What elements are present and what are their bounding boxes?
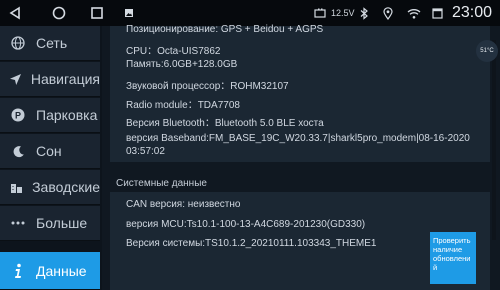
sidebar-item-network[interactable]: Сеть bbox=[0, 26, 100, 61]
navigation-arrow-icon bbox=[0, 73, 31, 86]
wifi-icon bbox=[406, 0, 422, 26]
check-update-button[interactable]: Проверить наличие обновлений bbox=[430, 232, 476, 284]
svg-text:P: P bbox=[15, 111, 21, 121]
recents-icon[interactable] bbox=[86, 0, 108, 26]
cpu-text: CPU：Octa-UIS7862 bbox=[126, 46, 221, 57]
sidebar: Сеть Навигация P Парковка Сон Заводские … bbox=[0, 26, 102, 290]
sidebar-item-label: Сон bbox=[36, 143, 62, 159]
baseband-version-text: версия Baseband:FM_BASE_19C_W20.33.7|sha… bbox=[126, 133, 470, 144]
parking-icon: P bbox=[0, 108, 36, 122]
sidebar-item-label: Сеть bbox=[36, 35, 68, 51]
device-info-panel: Позиционирование: GPS + Beidou + AGPS CP… bbox=[110, 24, 490, 162]
window-icon[interactable] bbox=[430, 0, 444, 26]
sidebar-item-more[interactable]: Больше bbox=[0, 206, 100, 241]
location-icon bbox=[382, 0, 394, 26]
radio-module-text: Radio module：TDA7708 bbox=[126, 100, 240, 111]
battery-icon bbox=[312, 0, 328, 26]
home-icon[interactable] bbox=[46, 0, 72, 26]
image-icon bbox=[122, 0, 136, 26]
sidebar-item-factory[interactable]: Заводские bbox=[0, 170, 100, 205]
baseband-version-time: 03:57:02 bbox=[126, 146, 165, 157]
more-dots-icon bbox=[0, 220, 36, 226]
sidebar-item-data[interactable]: Данные bbox=[0, 252, 100, 290]
sidebar-item-label: Навигация bbox=[30, 71, 100, 87]
sidebar-item-sleep[interactable]: Сон bbox=[0, 134, 100, 169]
bluetooth-version-text: Версия Bluetooth：Bluetooth 5.0 BLE хоста bbox=[126, 118, 324, 129]
globe-icon bbox=[0, 36, 36, 50]
sidebar-item-navigation[interactable]: Навигация bbox=[0, 62, 100, 97]
sidebar-item-label: Парковка bbox=[36, 107, 98, 123]
section-title: Системные данные bbox=[116, 178, 207, 189]
factory-icon bbox=[0, 181, 32, 194]
temperature-badge: 51°C bbox=[476, 40, 498, 62]
sidebar-item-label: Данные bbox=[36, 262, 87, 279]
memory-text: Память:6.0GB+128.0GB bbox=[126, 59, 238, 70]
system-version-text: Версия системы:TS10.1.2_20210111.103343_… bbox=[126, 238, 377, 249]
moon-icon bbox=[0, 145, 36, 158]
sidebar-item-label: Заводские bbox=[32, 179, 100, 195]
sidebar-item-parking[interactable]: P Парковка bbox=[0, 98, 100, 133]
voltage-text: 12.5V bbox=[331, 8, 355, 18]
status-bar: 12.5V 23:00 bbox=[0, 0, 500, 26]
sidebar-item-label: Больше bbox=[36, 215, 88, 231]
can-version-text: CAN версия: неизвестно bbox=[126, 199, 241, 210]
mcu-version-text: версия MCU:Ts10.1-100-13-A4C689-201230(G… bbox=[126, 219, 366, 230]
positioning-text: Позиционирование: GPS + Beidou + AGPS bbox=[126, 24, 324, 35]
bluetooth-icon bbox=[358, 0, 370, 26]
info-icon bbox=[0, 263, 36, 279]
audio-processor-text: Звуковой процессор：ROHM32107 bbox=[126, 81, 289, 92]
back-icon[interactable] bbox=[4, 0, 26, 26]
clock: 23:00 bbox=[451, 4, 492, 21]
scrollbar[interactable] bbox=[492, 40, 496, 240]
